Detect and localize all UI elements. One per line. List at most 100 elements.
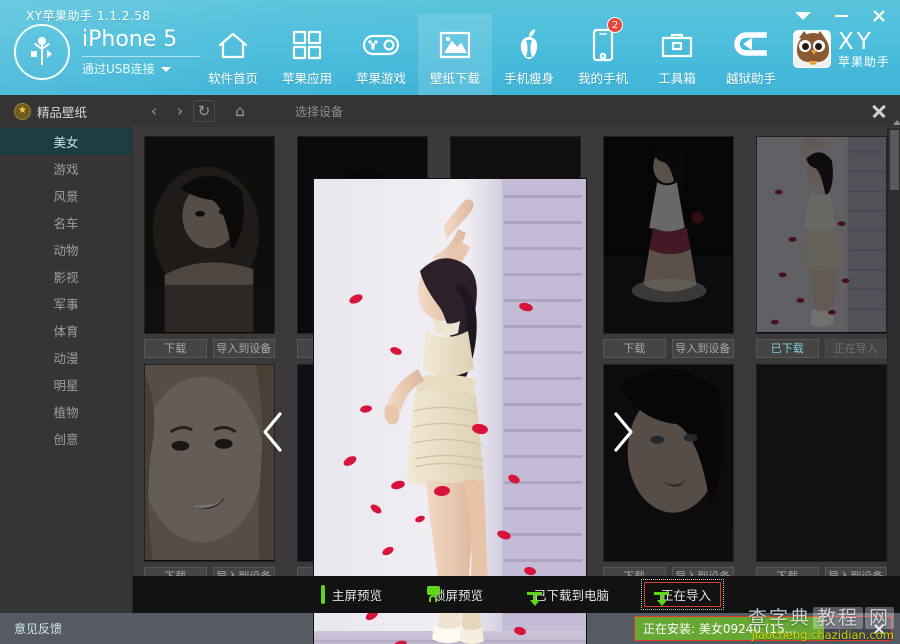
scroll-up-icon[interactable] [893,120,900,125]
home-icon [216,25,250,65]
home-icon[interactable]: ⌂ [227,100,253,122]
nav-item-home[interactable]: 软件首页 [196,14,270,95]
thumbnail-image [604,365,733,561]
feedback-link[interactable]: 意见反馈 [14,620,62,637]
action-button-2[interactable]: 锁屏预览 [417,582,492,607]
wallpaper-thumbnail[interactable] [603,136,734,334]
refresh-icon[interactable]: ↻ [193,100,215,122]
action-label: 已下载到电脑 [534,588,610,603]
menu-caret-icon[interactable] [792,6,814,26]
scrollbar-thumb[interactable] [890,120,900,190]
sidebar-item-1[interactable]: 美女 [0,128,132,155]
wallpaper-cell[interactable]: 下载 导入到设备 [745,356,898,586]
toolbox-icon [661,25,693,65]
sidebar-item-7[interactable]: 军事 [0,290,132,317]
main-nav: 软件首页 苹果应用 苹果游戏 壁纸下载 手机瘦身 2 我的手机 工具箱 越狱助手 [196,14,788,95]
device-connection-selector[interactable]: 通过USB连接 [82,56,200,77]
gamepad-icon [362,25,400,65]
panel-tab-label: 精品壁纸 [37,104,88,120]
device-info-block[interactable]: iPhone 5 通过USB连接 [14,24,200,80]
chevron-left-icon[interactable]: ‹ [141,100,167,122]
wallpaper-thumbnail[interactable] [603,364,734,562]
sidebar-item-6[interactable]: 影视 [0,263,132,290]
thumbnail-image [604,137,733,333]
nav-item-gamepad[interactable]: 苹果游戏 [344,14,418,95]
wallpaper-thumbnail[interactable] [756,136,887,334]
chevron-down-icon [160,67,171,72]
sidebar-item-10[interactable]: 明星 [0,371,132,398]
usb-icon [14,24,70,80]
sidebar-item-label: 植物 [53,405,79,420]
wallpaper-cell[interactable]: 下载 导入到设备 [133,128,286,358]
wallpaper-thumbnail[interactable] [756,364,887,562]
jailbreak-icon [734,25,768,65]
action-button-1[interactable]: 主屏预览 [312,582,391,607]
grid-apps-icon [291,25,323,65]
xy-assistant-window: XY苹果助手 1.1.2.58 iPhone 5 通过USB连接 软件首页 苹果应… [0,0,900,644]
nav-item-toolbox[interactable]: 工具箱 [640,14,714,95]
sidebar-item-8[interactable]: 体育 [0,317,132,344]
action-label: 正在导入 [661,588,712,603]
install-progress-toast[interactable]: 正在安装: 美女09240 (15... [634,616,892,641]
nav-item-label: 我的手机 [577,71,628,86]
sidebar-item-3[interactable]: 风景 [0,182,132,209]
sidebar-item-label: 美女 [53,135,79,150]
nav-item-phone[interactable]: 2 我的手机 [566,14,640,95]
nav-item-label: 越狱助手 [725,71,776,86]
prev-wallpaper-arrow[interactable] [256,407,290,457]
device-name: iPhone 5 [82,27,178,52]
wallpaper-cell[interactable]: 已下载 正在导入 [745,128,898,358]
vertical-scrollbar[interactable] [887,120,900,613]
wallpaper-cell[interactable]: 下载 导入到设备 [133,356,286,586]
sidebar-item-label: 创意 [53,432,79,447]
sidebar-item-label: 游戏 [53,162,79,177]
close-icon[interactable] [870,102,888,120]
thumbnail-image [145,137,274,333]
sidebar-item-9[interactable]: 动漫 [0,344,132,371]
app-header: XY苹果助手 1.1.2.58 iPhone 5 通过USB连接 软件首页 苹果应… [0,0,900,95]
nav-item-image[interactable]: 壁纸下载 [418,14,492,95]
preview-photo [314,179,586,644]
install-status-text: 正在安装: 美女09240 (15... [643,622,797,636]
wallpaper-thumbnail[interactable] [144,136,275,334]
sidebar-item-2[interactable]: 游戏 [0,155,132,182]
sidebar-item-4[interactable]: 名车 [0,209,132,236]
nav-item-jailbreak[interactable]: 越狱助手 [714,14,788,95]
wallpaper-cell[interactable]: 下载 导入到设备 [592,356,745,586]
next-wallpaper-arrow[interactable] [606,407,640,457]
sidebar-item-11[interactable]: 植物 [0,398,132,425]
wallpaper-cell[interactable]: 下载 导入到设备 [592,128,745,358]
sidebar-item-label: 动物 [53,243,79,258]
nav-item-grid-apps[interactable]: 苹果应用 [270,14,344,95]
sidebar-item-label: 体育 [53,324,79,339]
sidebar-item-5[interactable]: 动物 [0,236,132,263]
thumbnail-image [757,365,886,561]
sidebar-item-label: 动漫 [53,351,79,366]
sidebar-item-12[interactable]: 创意 [0,425,132,452]
nav-item-label: 苹果游戏 [355,71,406,86]
action-button-4[interactable]: 正在导入 [641,579,725,610]
action-button-3[interactable]: 已下载到电脑 [518,582,618,607]
nav-item-apple-slim[interactable]: 手机瘦身 [492,14,566,95]
panel-tab-title[interactable]: ★ 精品壁纸 [0,94,133,128]
sidebar-item-label: 风景 [53,189,79,204]
nav-item-label: 壁纸下载 [429,71,480,86]
close-icon[interactable] [873,623,885,635]
close-icon[interactable] [868,6,890,26]
action-label: 主屏预览 [331,588,382,603]
screen-icon [320,585,325,604]
star-icon: ★ [14,102,31,120]
url-text: 选择设备 [295,104,344,119]
wallpaper-preview-lightbox[interactable] [314,179,586,644]
wallpaper-thumbnail[interactable] [144,364,275,562]
chevron-right-icon[interactable]: › [167,100,193,122]
nav-item-label: 手机瘦身 [503,71,554,86]
minimize-icon[interactable] [830,6,852,26]
nav-item-label: 苹果应用 [281,71,332,86]
nav-badge: 2 [607,17,623,33]
apple-slim-icon [516,25,542,65]
window-controls [792,6,890,26]
action-label: 锁屏预览 [432,588,483,603]
category-sidebar: 美女游戏风景名车动物影视 军事体育动漫明星植物创意 [0,128,133,613]
sidebar-item-label: 名车 [53,216,79,231]
